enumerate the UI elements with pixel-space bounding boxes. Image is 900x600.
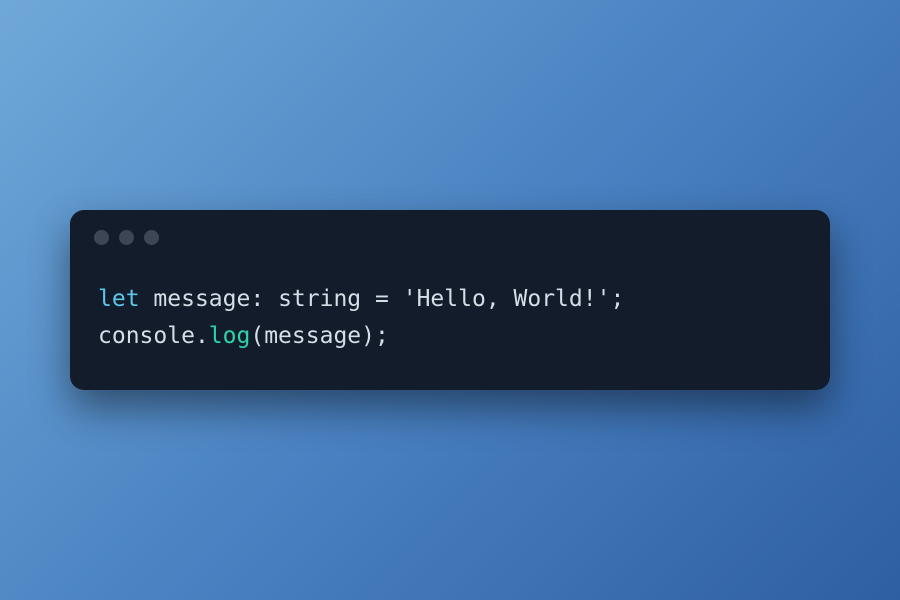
code-line-2: console.log(message); [98,323,389,349]
object-token: console [98,323,195,349]
assign-token: = [375,286,389,312]
type-token: string [278,286,361,312]
variable-token: message [153,286,250,312]
code-line-1: let message: string = 'Hello, World!'; [98,286,624,312]
whitespace [389,286,403,312]
code-editor-window: let message: string = 'Hello, World!'; c… [70,210,830,391]
minimize-window-icon[interactable] [119,230,134,245]
dot-token: . [195,323,209,349]
semicolon-token: ; [375,323,389,349]
whitespace [140,286,154,312]
argument-token: message [264,323,361,349]
window-titlebar [70,210,830,253]
whitespace [361,286,375,312]
semicolon-token: ; [610,286,624,312]
colon-token: : [250,286,264,312]
code-content: let message: string = 'Hello, World!'; c… [70,253,830,391]
open-paren-token: ( [250,323,264,349]
string-token: 'Hello, World!' [403,286,611,312]
close-window-icon[interactable] [94,230,109,245]
whitespace [264,286,278,312]
zoom-window-icon[interactable] [144,230,159,245]
method-token: log [209,323,251,349]
keyword-token: let [98,286,140,312]
close-paren-token: ) [361,323,375,349]
